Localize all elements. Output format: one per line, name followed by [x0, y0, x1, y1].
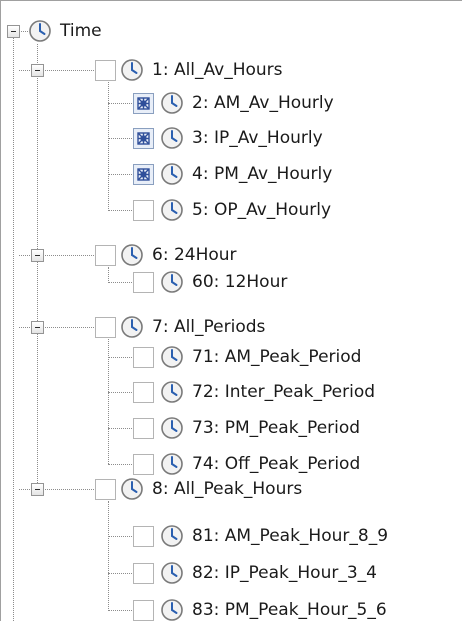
clock-icon	[160, 270, 184, 294]
tree-connector	[108, 82, 109, 211]
tree-node-label: 5: OP_Av_Hourly	[192, 200, 332, 220]
tree-connector	[108, 428, 132, 429]
clock-icon	[160, 198, 184, 222]
tree-connector	[108, 573, 132, 574]
tree-connector	[108, 392, 132, 393]
time-tree-view[interactable]: Time 1: All_Av_Hours 2: AM_Av_Hourly 3: …	[0, 0, 462, 621]
tree-connector	[43, 70, 94, 71]
clock-icon	[28, 19, 52, 43]
node-checkbox[interactable]	[133, 272, 154, 293]
tree-connector	[13, 38, 14, 621]
tree-connector	[108, 282, 132, 283]
tree-connector	[19, 31, 28, 32]
node-checkbox[interactable]	[133, 200, 154, 221]
node-checkbox[interactable]	[95, 245, 116, 266]
tree-node-label: 60: 12Hour	[192, 272, 288, 292]
tree-node-label: 4: PM_Av_Hourly	[192, 164, 333, 184]
clock-icon	[120, 58, 144, 82]
collapse-toggle[interactable]	[31, 249, 44, 262]
clock-icon	[120, 315, 144, 339]
clock-icon	[160, 561, 184, 585]
tree-node-label: Time	[60, 21, 102, 41]
tree-node-label: 7: All_Periods	[152, 317, 266, 337]
clock-icon	[160, 345, 184, 369]
tree-connector	[19, 70, 30, 71]
tree-connector	[108, 210, 132, 211]
tree-connector	[43, 489, 94, 490]
tree-node-label: 83: PM_Peak_Hour_5_6	[192, 600, 387, 620]
node-checkbox[interactable]	[133, 526, 154, 547]
tree-node-label: 71: AM_Peak_Period	[192, 347, 362, 367]
tree-connector	[108, 610, 132, 611]
collapse-toggle[interactable]	[31, 483, 44, 496]
clock-icon	[160, 380, 184, 404]
node-checkbox[interactable]	[133, 164, 154, 185]
node-checkbox[interactable]	[133, 93, 154, 114]
node-checkbox[interactable]	[133, 454, 154, 475]
panel-border	[0, 0, 462, 1]
tree-node-label: 73: PM_Peak_Period	[192, 418, 361, 438]
clock-icon	[160, 598, 184, 621]
tree-connector	[108, 103, 132, 104]
panel-border	[0, 0, 1, 621]
clock-icon	[160, 91, 184, 115]
tree-connector	[108, 464, 132, 465]
tree-connector	[108, 536, 132, 537]
collapse-toggle[interactable]	[31, 64, 44, 77]
node-checkbox[interactable]	[95, 317, 116, 338]
tree-node-label: 2: AM_Av_Hourly	[192, 93, 334, 113]
clock-icon	[120, 477, 144, 501]
tree-connector	[43, 327, 94, 328]
tree-node-label: 8: All_Peak_Hours	[152, 479, 303, 499]
node-checkbox[interactable]	[133, 347, 154, 368]
collapse-toggle[interactable]	[7, 25, 20, 38]
tree-connector	[37, 44, 38, 489]
clock-icon	[160, 162, 184, 186]
tree-node-label: 74: Off_Peak_Period	[192, 454, 361, 474]
collapse-toggle[interactable]	[31, 321, 44, 334]
tree-connector	[108, 357, 132, 358]
tree-connector	[19, 255, 30, 256]
node-checkbox[interactable]	[133, 382, 154, 403]
tree-connector	[108, 501, 109, 611]
clock-icon	[160, 524, 184, 548]
tree-connector	[19, 327, 30, 328]
clock-icon	[160, 452, 184, 476]
clock-icon	[160, 126, 184, 150]
node-checkbox[interactable]	[133, 128, 154, 149]
tree-connector	[43, 255, 94, 256]
tree-node-label: 72: Inter_Peak_Period	[192, 382, 376, 402]
node-checkbox[interactable]	[95, 60, 116, 81]
tree-node-label: 3: IP_Av_Hourly	[192, 128, 323, 148]
node-checkbox[interactable]	[133, 418, 154, 439]
node-checkbox[interactable]	[133, 600, 154, 621]
tree-node-label: 6: 24Hour	[152, 245, 237, 265]
tree-connector	[108, 267, 109, 283]
tree-node-label: 82: IP_Peak_Hour_3_4	[192, 563, 377, 583]
tree-node-label: 81: AM_Peak_Hour_8_9	[192, 526, 389, 546]
node-checkbox[interactable]	[95, 479, 116, 500]
tree-node-label: 1: All_Av_Hours	[152, 60, 283, 80]
tree-connector	[108, 174, 132, 175]
clock-icon	[120, 243, 144, 267]
node-checkbox[interactable]	[133, 563, 154, 584]
clock-icon	[160, 416, 184, 440]
tree-connector	[108, 138, 132, 139]
tree-connector	[19, 489, 30, 490]
